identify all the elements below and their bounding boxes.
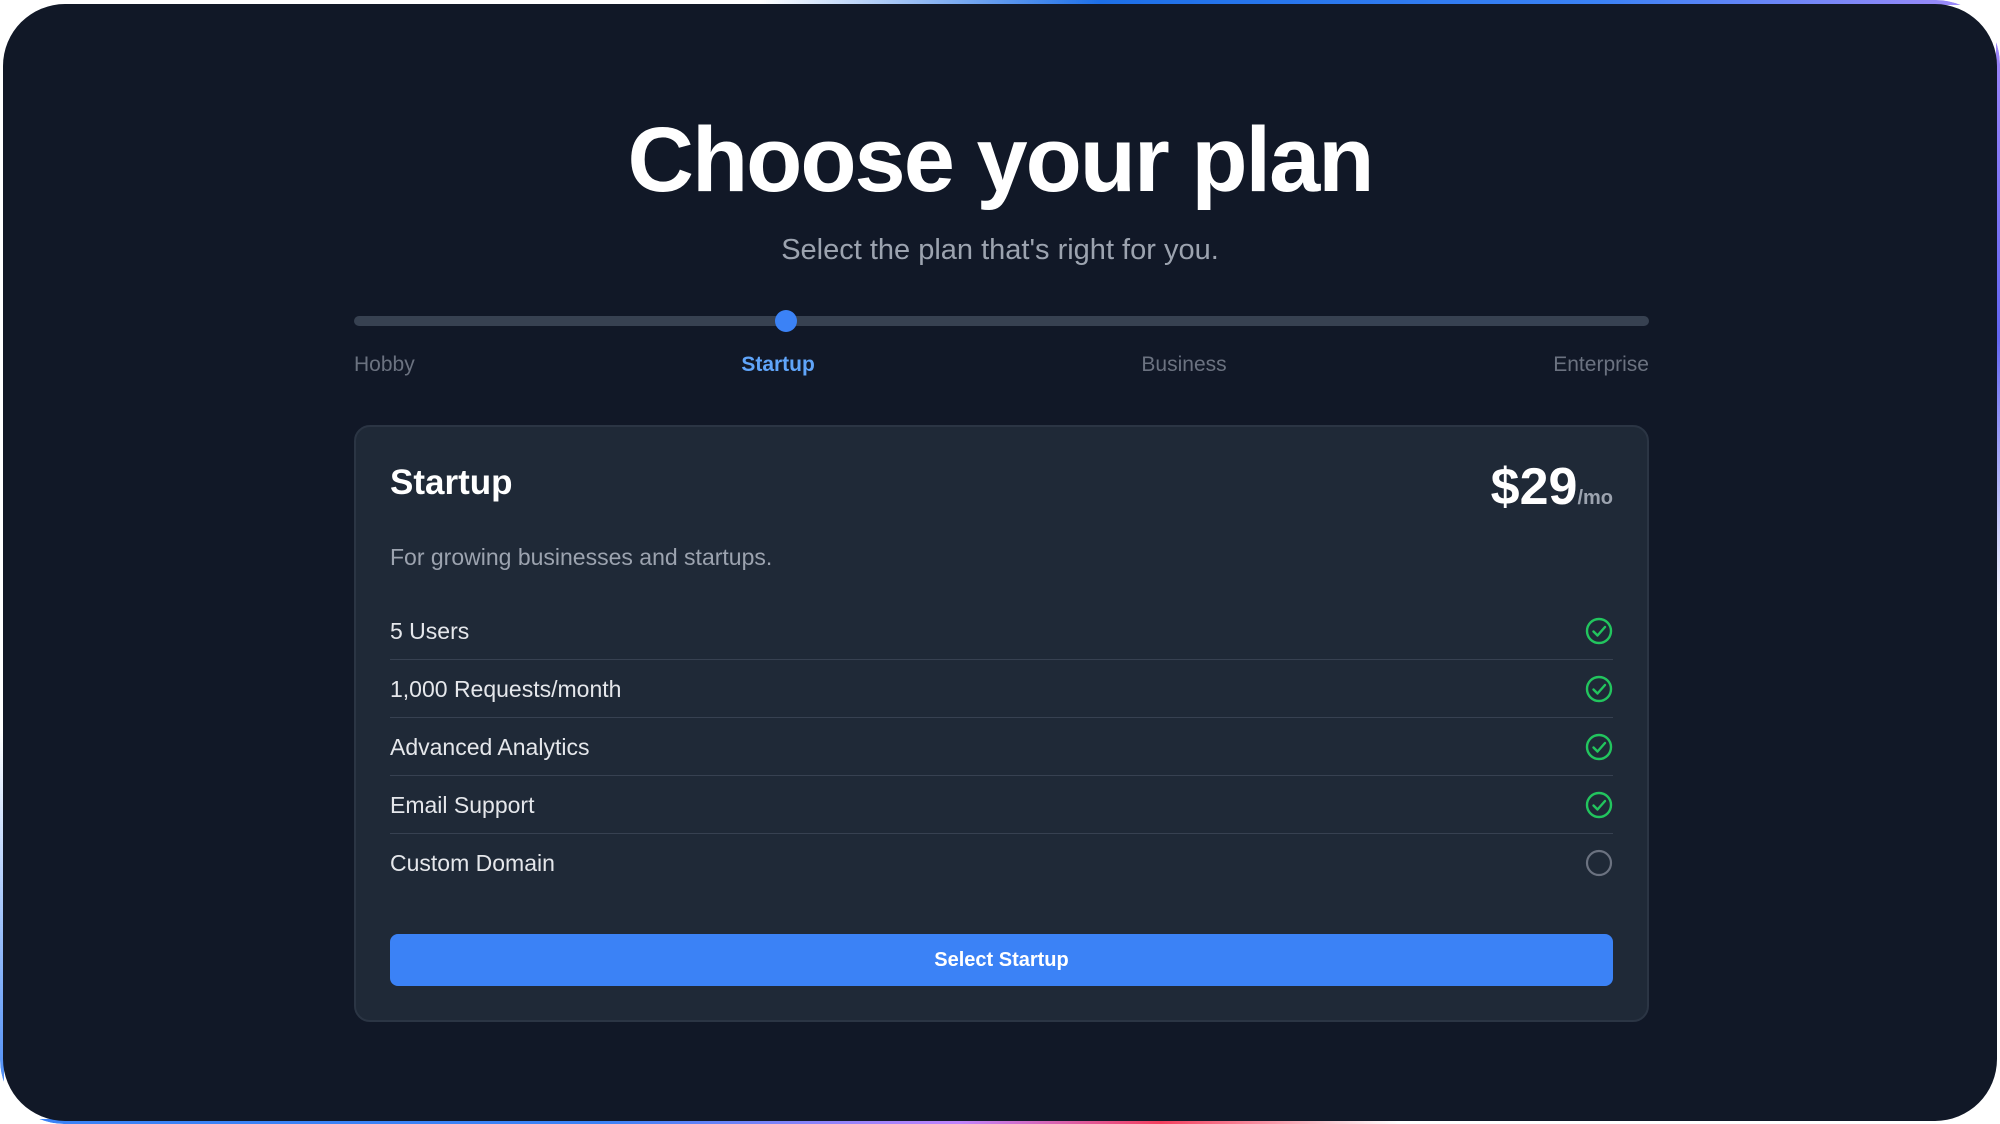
check-circle-icon: [1585, 733, 1613, 761]
tier-labels: Hobby Startup Business Enterprise: [354, 350, 1649, 380]
plan-name: Startup: [390, 463, 513, 502]
tier-label-business[interactable]: Business: [1141, 350, 1226, 380]
slider-track[interactable]: [354, 316, 1649, 326]
empty-circle-icon: [1585, 849, 1613, 877]
feature-list: 5 Users 1,000 Requests/month Advanced An…: [390, 602, 1613, 892]
feature-label: Custom Domain: [390, 850, 555, 876]
tier-label-startup[interactable]: Startup: [741, 350, 815, 380]
check-circle-icon: [1585, 617, 1613, 645]
feature-item: Email Support: [390, 776, 1613, 834]
price-period: /mo: [1577, 487, 1613, 509]
plan-price: $29/mo: [1491, 457, 1613, 517]
feature-item: 5 Users: [390, 602, 1613, 660]
page-title: Choose your plan: [627, 109, 1375, 211]
slider-thumb[interactable]: [774, 310, 797, 332]
plan-description: For growing businesses and startups.: [390, 544, 773, 570]
feature-label: 5 Users: [390, 618, 470, 644]
tier-label-enterprise[interactable]: Enterprise: [1553, 350, 1649, 380]
price-amount: $29: [1490, 458, 1578, 516]
feature-label: Advanced Analytics: [390, 734, 590, 760]
plan-tier-slider[interactable]: [354, 310, 1649, 332]
check-circle-icon: [1585, 791, 1613, 819]
select-plan-button[interactable]: Select Startup: [390, 934, 1613, 986]
plan-card: Startup $29/mo For growing businesses an…: [354, 425, 1649, 1022]
feature-label: 1,000 Requests/month: [390, 676, 622, 702]
tier-label-hobby[interactable]: Hobby: [354, 350, 415, 380]
feature-item: Advanced Analytics: [390, 718, 1613, 776]
check-circle-icon: [1585, 675, 1613, 703]
feature-label: Email Support: [390, 792, 535, 818]
feature-item: 1,000 Requests/month: [390, 660, 1613, 718]
app-frame: Choose your plan Select the plan that's …: [0, 0, 2000, 1124]
page-subtitle: Select the plan that's right for you.: [781, 234, 1219, 266]
feature-item: Custom Domain: [390, 834, 1613, 892]
pricing-screen: Choose your plan Select the plan that's …: [3, 4, 1997, 1121]
